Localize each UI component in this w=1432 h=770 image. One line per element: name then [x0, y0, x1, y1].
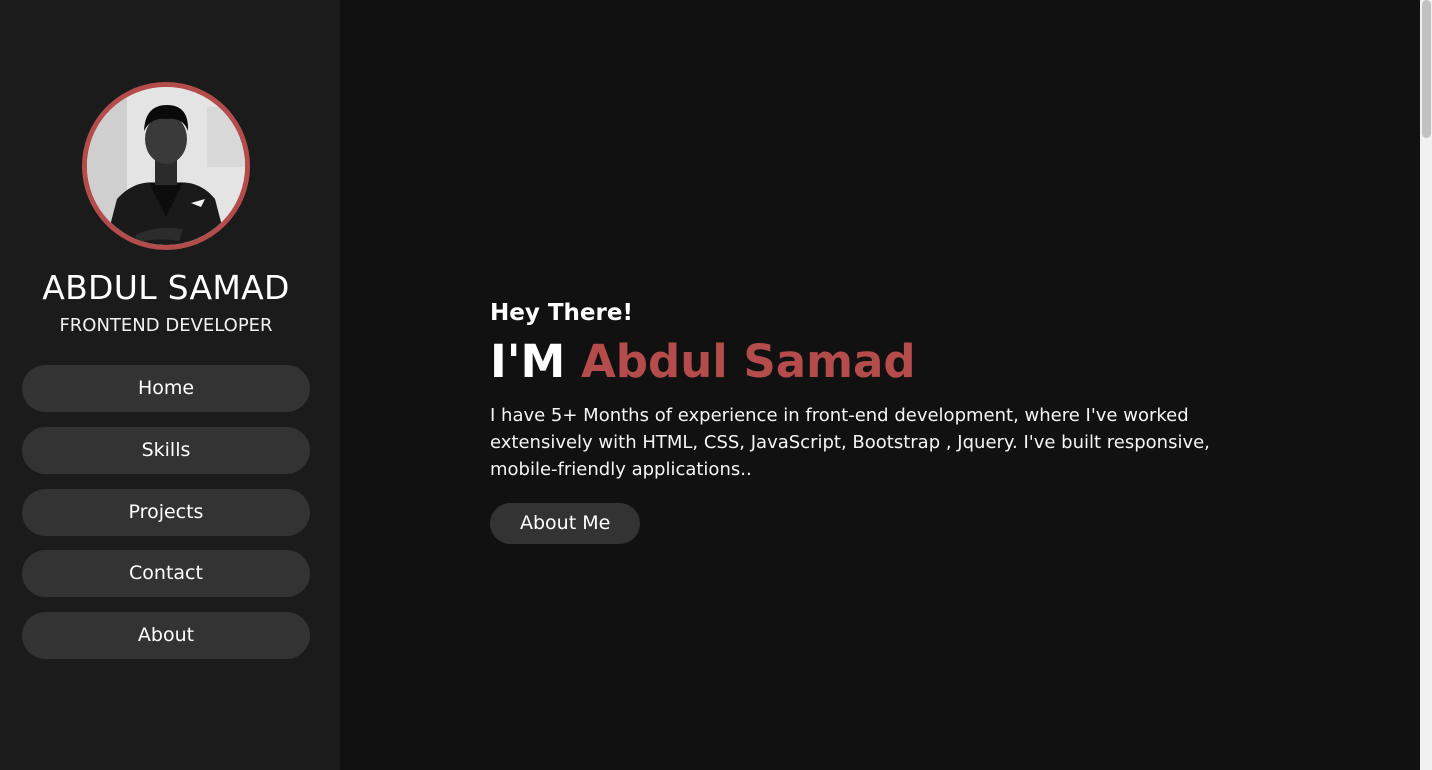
headline-prefix: I'M — [490, 335, 566, 388]
profile-role: FRONTEND DEVELOPER — [59, 315, 273, 336]
hero-greeting: Hey There! — [490, 300, 633, 326]
profile-photo — [87, 87, 245, 245]
profile-name: ABDUL SAMAD — [42, 268, 290, 307]
about-me-button[interactable]: About Me — [490, 503, 641, 544]
sidebar: ABDUL SAMAD FRONTEND DEVELOPER Home Skil… — [0, 0, 340, 770]
hero-bio: I have 5+ Months of experience in front-… — [490, 405, 1210, 480]
nav-about-button[interactable]: About — [22, 612, 310, 659]
scrollbar-thumb[interactable] — [1422, 0, 1431, 138]
headline-name: Abdul Samad — [580, 335, 916, 388]
hero-headline: I'M Abdul Samad — [490, 332, 1230, 392]
nav-projects-button[interactable]: Projects — [22, 489, 310, 536]
profile-avatar — [82, 82, 250, 250]
nav-skills-button[interactable]: Skills — [22, 427, 310, 474]
hero-section: Hey There! I'M Abdul Samad I have 5+ Mon… — [490, 296, 1230, 544]
page-scrollbar[interactable] — [1420, 0, 1432, 770]
nav-contact-button[interactable]: Contact — [22, 550, 310, 597]
nav-home-button[interactable]: Home — [22, 365, 310, 412]
